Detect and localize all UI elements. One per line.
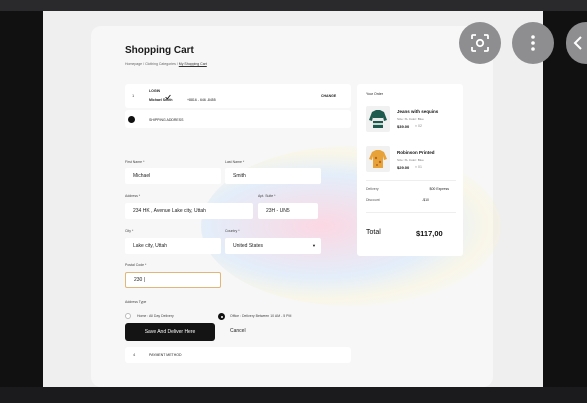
total-label: Total xyxy=(366,229,381,236)
order-summary: Your Order Jeans with sequins Size: XL C… xyxy=(357,84,463,256)
login-step-number: 1 xyxy=(132,93,135,98)
address-label: Address * xyxy=(125,194,141,198)
item-1-meta: Size: XL Color: Blue xyxy=(397,117,424,121)
breadcrumb-current[interactable]: My Shopping Cart xyxy=(179,62,207,66)
lens-button[interactable] xyxy=(459,22,501,64)
login-user-name: Michael Smith xyxy=(149,98,173,102)
breadcrumb-home[interactable]: Homepage xyxy=(125,62,142,66)
payment-step-label: PAYMENT METHOD xyxy=(149,353,182,357)
address-type-label: Address Type xyxy=(125,300,147,304)
shipping-step-marker xyxy=(128,116,135,123)
city-label: City * xyxy=(125,229,134,233)
last-name-input[interactable]: Smith xyxy=(225,168,321,184)
discount-value: -$10 xyxy=(421,198,429,202)
login-step-label: LOGIN xyxy=(149,89,161,93)
apt-suite-input[interactable]: 23H - UN5 xyxy=(258,203,318,219)
shipping-step-label: SHIPPING ADDRESS xyxy=(149,118,184,122)
save-and-deliver-button[interactable]: Save And Deliver Here xyxy=(125,323,215,341)
first-name-input[interactable]: Michael xyxy=(125,168,221,184)
item-2-meta: Size: XL Color: Blue xyxy=(397,158,424,162)
shipping-step: SHIPPING ADDRESS xyxy=(125,110,351,128)
country-value: United States xyxy=(233,243,264,249)
breadcrumb: Homepage / Clothing Categories / My Shop… xyxy=(125,62,207,66)
office-option-label: Office : Delivery Between 10 AM - 5 PM xyxy=(230,314,292,318)
discount-label: Discount xyxy=(366,198,380,202)
apt-suite-label: Apt. Suite * xyxy=(258,194,276,198)
total-value: $117,00 xyxy=(416,229,443,238)
order-title: Your Order xyxy=(366,92,383,96)
top-bar xyxy=(0,0,587,11)
item-2-price: $29.00 xyxy=(397,165,410,170)
more-options-button[interactable] xyxy=(512,22,554,64)
chevron-left-icon xyxy=(572,35,584,56)
city-input[interactable]: Lake city, Uttah xyxy=(125,238,221,254)
item-1-name: Jeans with sequins xyxy=(397,109,439,114)
postal-code-input[interactable]: 230 | xyxy=(125,272,221,288)
item-2-name: Robinson Printed xyxy=(397,150,435,155)
home-option-label: Home : All Day Delivery xyxy=(137,314,174,318)
change-login-button[interactable]: CHANGE xyxy=(321,94,336,98)
postal-code-label: Postal Code * xyxy=(125,263,147,267)
delivery-value: $00 Express xyxy=(429,187,449,191)
check-icon xyxy=(165,87,171,105)
shirt-product-image xyxy=(366,146,390,172)
login-user-phone: +8816 - 646 -8455 xyxy=(187,98,216,102)
breadcrumb-category[interactable]: Clothing Categories xyxy=(145,62,176,66)
jeans-product-image xyxy=(366,106,390,132)
address-input[interactable]: 234 HK , Avenue Lake city, Uttah xyxy=(125,203,253,219)
summary-divider xyxy=(366,180,456,181)
item-1-qty: × 02 xyxy=(415,124,422,128)
page-title: Shopping Cart xyxy=(125,45,194,56)
first-name-label: First Name * xyxy=(125,160,145,164)
item-2-qty: × 01 xyxy=(415,165,422,169)
item-1-price: $39.00 xyxy=(397,124,410,129)
bottom-bar xyxy=(0,387,587,403)
payment-step-number: 4 xyxy=(133,352,136,357)
payment-step[interactable]: 4 PAYMENT METHOD xyxy=(125,347,351,363)
caret-down-icon: ▼ xyxy=(312,243,316,248)
delivery-label: Delivery xyxy=(366,187,379,191)
back-button[interactable] xyxy=(566,22,587,64)
country-label: Country * xyxy=(225,229,240,233)
home-radio[interactable] xyxy=(125,313,131,319)
shopping-cart-card: Shopping Cart Homepage / Clothing Catego… xyxy=(91,26,501,387)
login-step: 1 LOGIN Michael Smith +8816 - 646 -8455 … xyxy=(125,84,351,108)
last-name-label: Last Name * xyxy=(225,160,245,164)
cancel-button[interactable]: Cancel xyxy=(230,328,246,334)
screenshot-panel: Shopping Cart Homepage / Clothing Catego… xyxy=(43,11,543,387)
total-divider xyxy=(366,212,456,213)
country-select[interactable]: United States ▼ xyxy=(225,238,321,254)
office-radio[interactable] xyxy=(218,313,225,320)
